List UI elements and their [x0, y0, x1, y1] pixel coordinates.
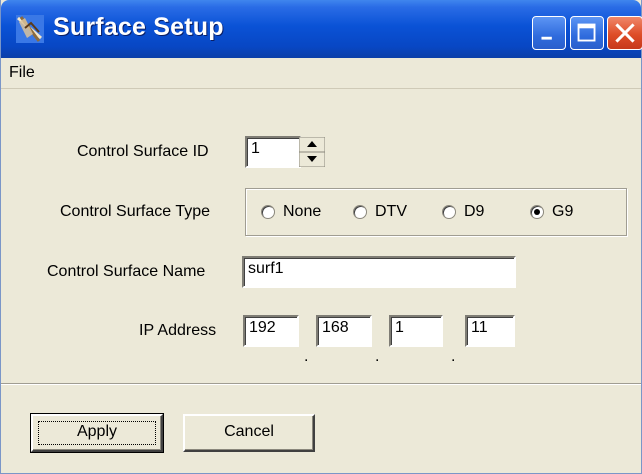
maximize-button[interactable]: [570, 16, 604, 50]
control-surface-type-label: Control Surface Type: [60, 203, 211, 220]
control-surface-type-group: None DTV D9 G9: [245, 188, 627, 236]
menu-file[interactable]: File: [9, 64, 35, 82]
radio-g9-circle: [530, 205, 544, 219]
title-bar[interactable]: Surface Setup: [1, 0, 642, 58]
radio-none-label: None: [283, 203, 322, 220]
maximize-icon: [577, 23, 596, 42]
button-separator: [1, 383, 641, 385]
minimize-icon: [541, 36, 552, 40]
control-surface-name-field[interactable]: surf1: [242, 256, 516, 288]
spin-arrows-icon: [299, 137, 325, 167]
window-title: Surface Setup: [53, 13, 224, 41]
minimize-button[interactable]: [532, 16, 566, 50]
control-surface-id-label: Control Surface ID: [77, 143, 209, 160]
ip-octet-1[interactable]: 192: [243, 315, 299, 347]
ip-address-label: IP Address: [139, 322, 217, 339]
radio-none[interactable]: None: [261, 203, 321, 221]
control-surface-id-stepper[interactable]: [299, 137, 325, 167]
cancel-button[interactable]: Cancel: [183, 414, 315, 452]
close-icon: [615, 23, 635, 43]
ip-octet-4[interactable]: 11: [465, 315, 515, 347]
ip-separator: .: [304, 348, 309, 365]
radio-d9-label: D9: [464, 203, 485, 220]
radio-g9-label: G9: [552, 203, 574, 220]
close-button[interactable]: [607, 16, 642, 50]
radio-dtv[interactable]: DTV: [353, 203, 407, 221]
radio-dtv-circle: [353, 205, 367, 219]
apply-button[interactable]: Apply: [30, 413, 164, 453]
cancel-button-label: Cancel: [224, 423, 274, 440]
control-surface-name-label: Control Surface Name: [47, 263, 206, 280]
surface-setup-window: Surface Setup File Control Surface ID 1: [0, 0, 642, 474]
ip-octet-2[interactable]: 168: [316, 315, 372, 347]
surface-app-icon: [16, 15, 44, 43]
radio-none-circle: [261, 205, 275, 219]
ip-separator: .: [375, 348, 380, 365]
radio-dtv-label: DTV: [375, 203, 407, 220]
menu-bar: File: [1, 58, 641, 89]
focus-rect: [38, 421, 156, 445]
radio-d9-circle: [442, 205, 456, 219]
ip-octet-3[interactable]: 1: [389, 315, 443, 347]
radio-d9[interactable]: D9: [442, 203, 484, 221]
ip-separator: .: [451, 348, 456, 365]
control-surface-id-field[interactable]: 1: [245, 136, 301, 168]
radio-g9[interactable]: G9: [530, 203, 573, 221]
